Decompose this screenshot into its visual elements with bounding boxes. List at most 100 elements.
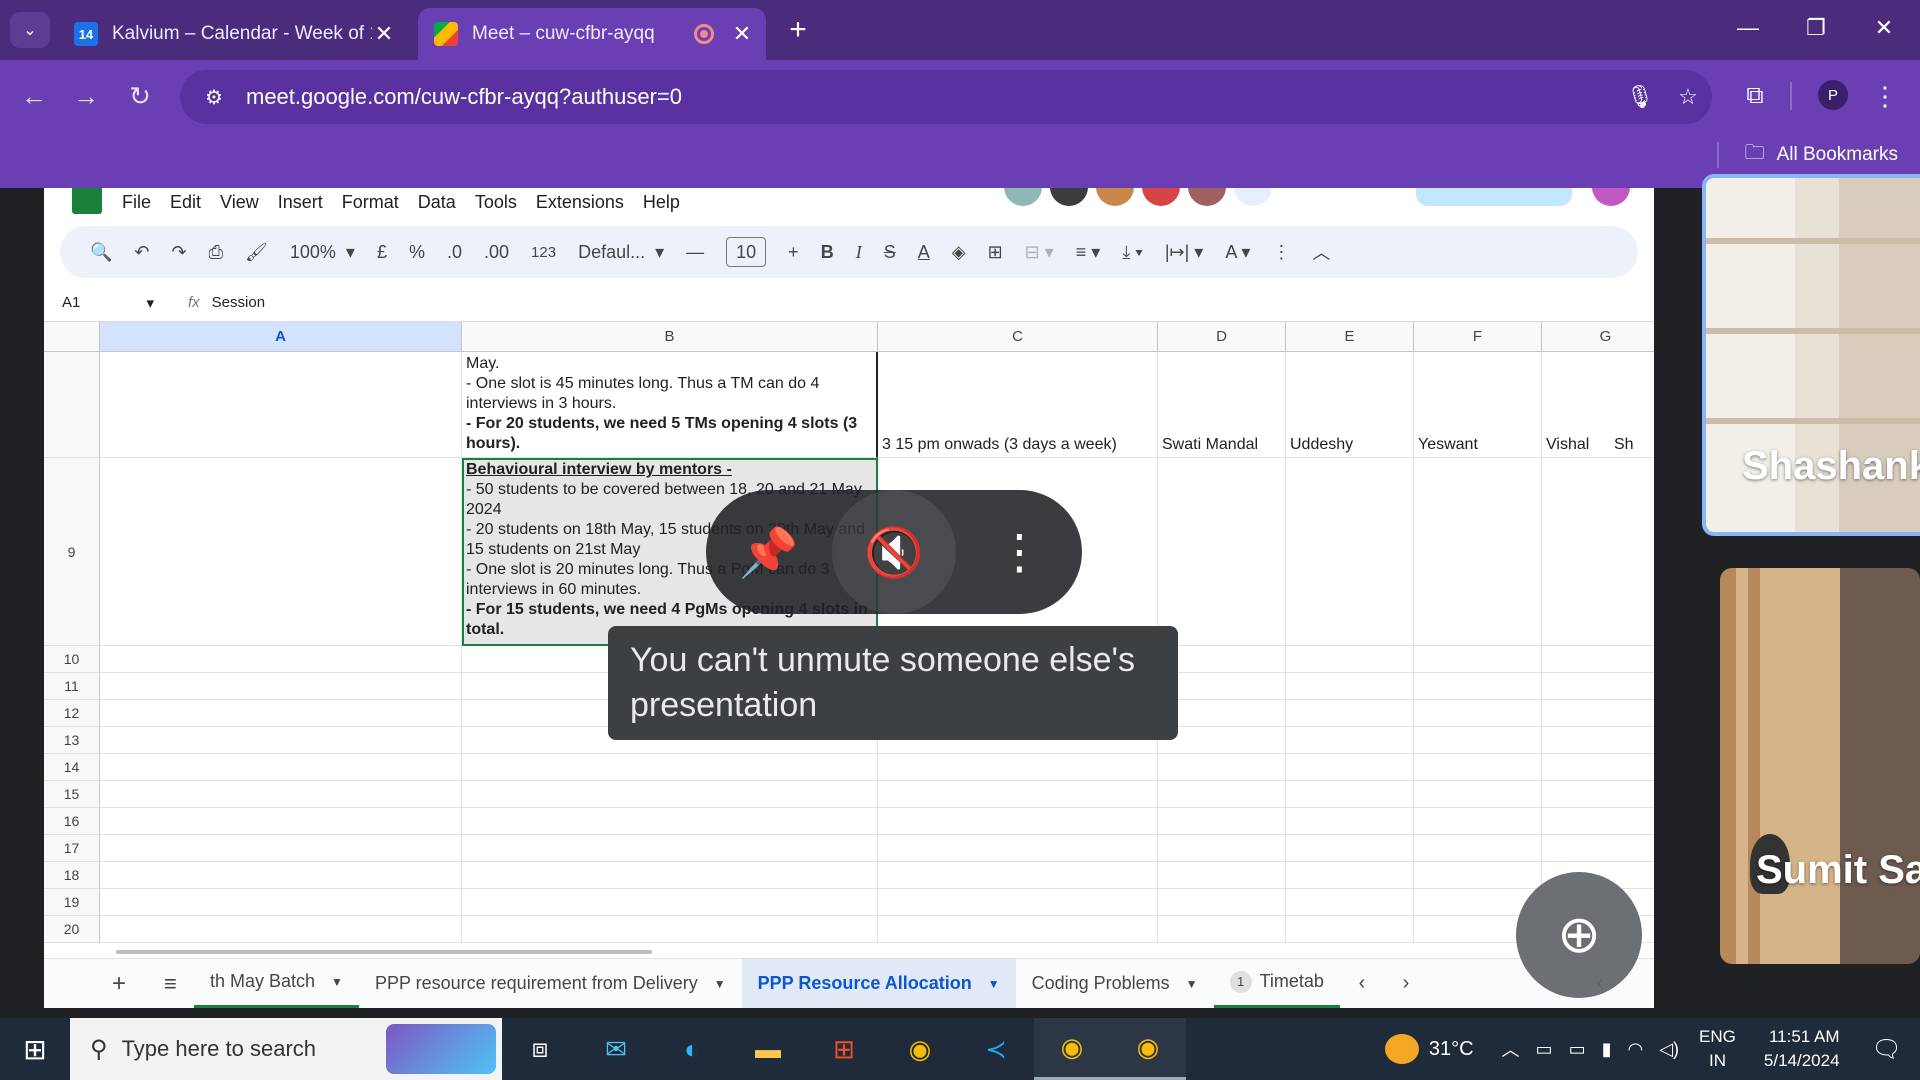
forward-button[interactable]: →	[66, 76, 106, 116]
row-header[interactable]: 18	[44, 862, 100, 889]
edge-icon[interactable]: ◐	[654, 1018, 730, 1080]
vscode-icon[interactable]: ≺	[958, 1018, 1034, 1080]
sheet-tab[interactable]: PPP resource requirement from Delivery ▼	[359, 959, 742, 1009]
participant-tile[interactable]: Sumit Sa	[1720, 568, 1920, 964]
show-hidden-icons[interactable]: ︿	[1502, 1036, 1520, 1062]
print-icon[interactable]: ⎙	[209, 242, 223, 263]
row-header[interactable]: 9	[44, 458, 100, 646]
taskbar-search[interactable]: ⚲ Type here to search	[70, 1018, 502, 1080]
text-color-icon[interactable]: A	[918, 242, 930, 263]
borders-icon[interactable]: ⊞	[988, 242, 1003, 263]
column-header[interactable]: C	[878, 322, 1158, 352]
sheets-logo-icon[interactable]	[72, 188, 102, 214]
cell-d8[interactable]: Swati Mandal	[1158, 352, 1286, 458]
collaborator-avatar[interactable]	[1188, 188, 1226, 206]
minimize-button[interactable]: —	[1728, 8, 1768, 48]
cell-g9[interactable]	[1542, 458, 1654, 646]
notifications-icon[interactable]: 🗨	[1872, 1035, 1902, 1064]
battery-icon[interactable]: ▭	[1569, 1039, 1586, 1060]
collaborator-avatar[interactable]	[1004, 188, 1042, 206]
strikethrough-icon[interactable]: S	[884, 242, 896, 263]
cell-e8[interactable]: Uddeshy	[1286, 352, 1414, 458]
row-header[interactable]: 12	[44, 700, 100, 727]
sheet-tab[interactable]: 1 Timetab	[1213, 959, 1340, 1008]
menu-tools[interactable]: Tools	[475, 192, 517, 213]
sheet-tab[interactable]: th May Batch ▼	[194, 959, 359, 1008]
currency-format-button[interactable]: £	[377, 242, 387, 263]
close-window-button[interactable]: ✕	[1864, 8, 1904, 48]
task-view-icon[interactable]: ⧈	[502, 1018, 578, 1080]
bookmark-star-icon[interactable]: ☆	[1664, 84, 1712, 110]
back-button[interactable]: ←	[14, 76, 54, 116]
tab-search-button[interactable]: ⌄	[10, 12, 50, 48]
extensions-icon[interactable]: ⧉	[1735, 76, 1775, 116]
fill-color-icon[interactable]: ◈	[952, 242, 966, 263]
collapse-menus-icon[interactable]: ︿	[1312, 239, 1330, 265]
cell-e9[interactable]	[1286, 458, 1414, 646]
cell-f8[interactable]: Yeswant	[1414, 352, 1542, 458]
collaborator-avatar[interactable]	[1050, 188, 1088, 206]
more-options-icon[interactable]: ⋮	[1272, 242, 1290, 263]
menu-view[interactable]: View	[220, 192, 259, 213]
row-header[interactable]: 17	[44, 835, 100, 862]
row-header[interactable]: 10	[44, 646, 100, 673]
menu-format[interactable]: Format	[342, 192, 399, 213]
all-bookmarks[interactable]: 🗀 All Bookmarks	[1716, 138, 1898, 172]
percent-format-button[interactable]: %	[409, 242, 425, 263]
menu-edit[interactable]: Edit	[170, 192, 201, 213]
mail-icon[interactable]: ✉	[578, 1018, 654, 1080]
new-tab-button[interactable]: +	[780, 12, 816, 48]
file-explorer-icon[interactable]: ▬	[730, 1018, 806, 1080]
cell-f9[interactable]	[1414, 458, 1542, 646]
more-options-button[interactable]: ⋮	[957, 490, 1081, 614]
formula-input[interactable]: Session	[212, 294, 265, 311]
more-formats-button[interactable]: 123	[531, 244, 556, 261]
share-button[interactable]	[1416, 188, 1572, 206]
bold-icon[interactable]: B	[821, 242, 834, 263]
menu-help[interactable]: Help	[643, 192, 680, 213]
cell-a8[interactable]	[100, 352, 462, 458]
row-header[interactable]: 13	[44, 727, 100, 754]
menu-data[interactable]: Data	[418, 192, 456, 213]
menu-file[interactable]: File	[122, 192, 151, 213]
menu-extensions[interactable]: Extensions	[536, 192, 624, 213]
meet-now-icon[interactable]: ▭	[1536, 1039, 1553, 1060]
microphone-icon[interactable]: 🎙	[1616, 84, 1664, 110]
tab-meet[interactable]: Meet – cuw-cfbr-ayqq ✕	[418, 8, 766, 60]
chrome-profile-icon[interactable]: ◉	[1034, 1018, 1110, 1080]
participant-tile[interactable]: Shashank	[1702, 174, 1920, 536]
scroll-tabs-left-icon[interactable]: ‹	[1340, 972, 1384, 995]
clock[interactable]: 11:51 AM 5/14/2024	[1764, 1025, 1840, 1073]
row-header[interactable]	[44, 352, 100, 458]
redo-icon[interactable]: ↷	[172, 242, 187, 263]
name-box[interactable]: A1 ▾	[44, 294, 164, 312]
increase-decimal-button[interactable]: .00	[484, 242, 509, 263]
merge-cells-icon[interactable]: ⊟ ▾	[1025, 242, 1054, 263]
sheet-tab-active[interactable]: PPP Resource Allocation ▼	[741, 958, 1016, 1008]
row-header[interactable]: 11	[44, 673, 100, 700]
font-select[interactable]: Defaul... ▾	[578, 242, 664, 263]
chrome-profile-icon[interactable]: ◉	[1110, 1018, 1186, 1080]
sheet-tab[interactable]: Coding Problems ▼	[1016, 959, 1214, 1009]
all-sheets-icon[interactable]: ≡	[164, 971, 194, 997]
column-header[interactable]: D	[1158, 322, 1286, 352]
menu-insert[interactable]: Insert	[278, 192, 323, 213]
row-header[interactable]: 15	[44, 781, 100, 808]
cell-b8[interactable]: May. - One slot is 45 minutes long. Thus…	[462, 352, 878, 458]
row-header[interactable]: 14	[44, 754, 100, 781]
profile-avatar[interactable]: P	[1818, 80, 1848, 110]
scroll-tabs-right-icon[interactable]: ›	[1384, 972, 1428, 995]
zoom-button[interactable]: ⊕	[1516, 872, 1642, 998]
weather-widget[interactable]: 31°C	[1384, 1034, 1474, 1064]
row-header[interactable]: 16	[44, 808, 100, 835]
collaborator-avatar[interactable]	[1234, 188, 1272, 206]
horizontal-align-icon[interactable]: ≡ ▾	[1076, 242, 1101, 263]
start-button[interactable]: ⊞	[0, 1018, 70, 1080]
column-header[interactable]: F	[1414, 322, 1542, 352]
cell-c8[interactable]: 3 15 pm onwads (3 days a week)	[878, 352, 1158, 458]
add-sheet-icon[interactable]: +	[112, 970, 142, 998]
text-wrapping-icon[interactable]: |↦| ▾	[1165, 242, 1203, 263]
store-icon[interactable]: ⊞	[806, 1018, 882, 1080]
row-header[interactable]: 19	[44, 889, 100, 916]
address-bar[interactable]: ⚙ meet.google.com/cuw-cfbr-ayqq?authuser…	[180, 70, 1712, 124]
